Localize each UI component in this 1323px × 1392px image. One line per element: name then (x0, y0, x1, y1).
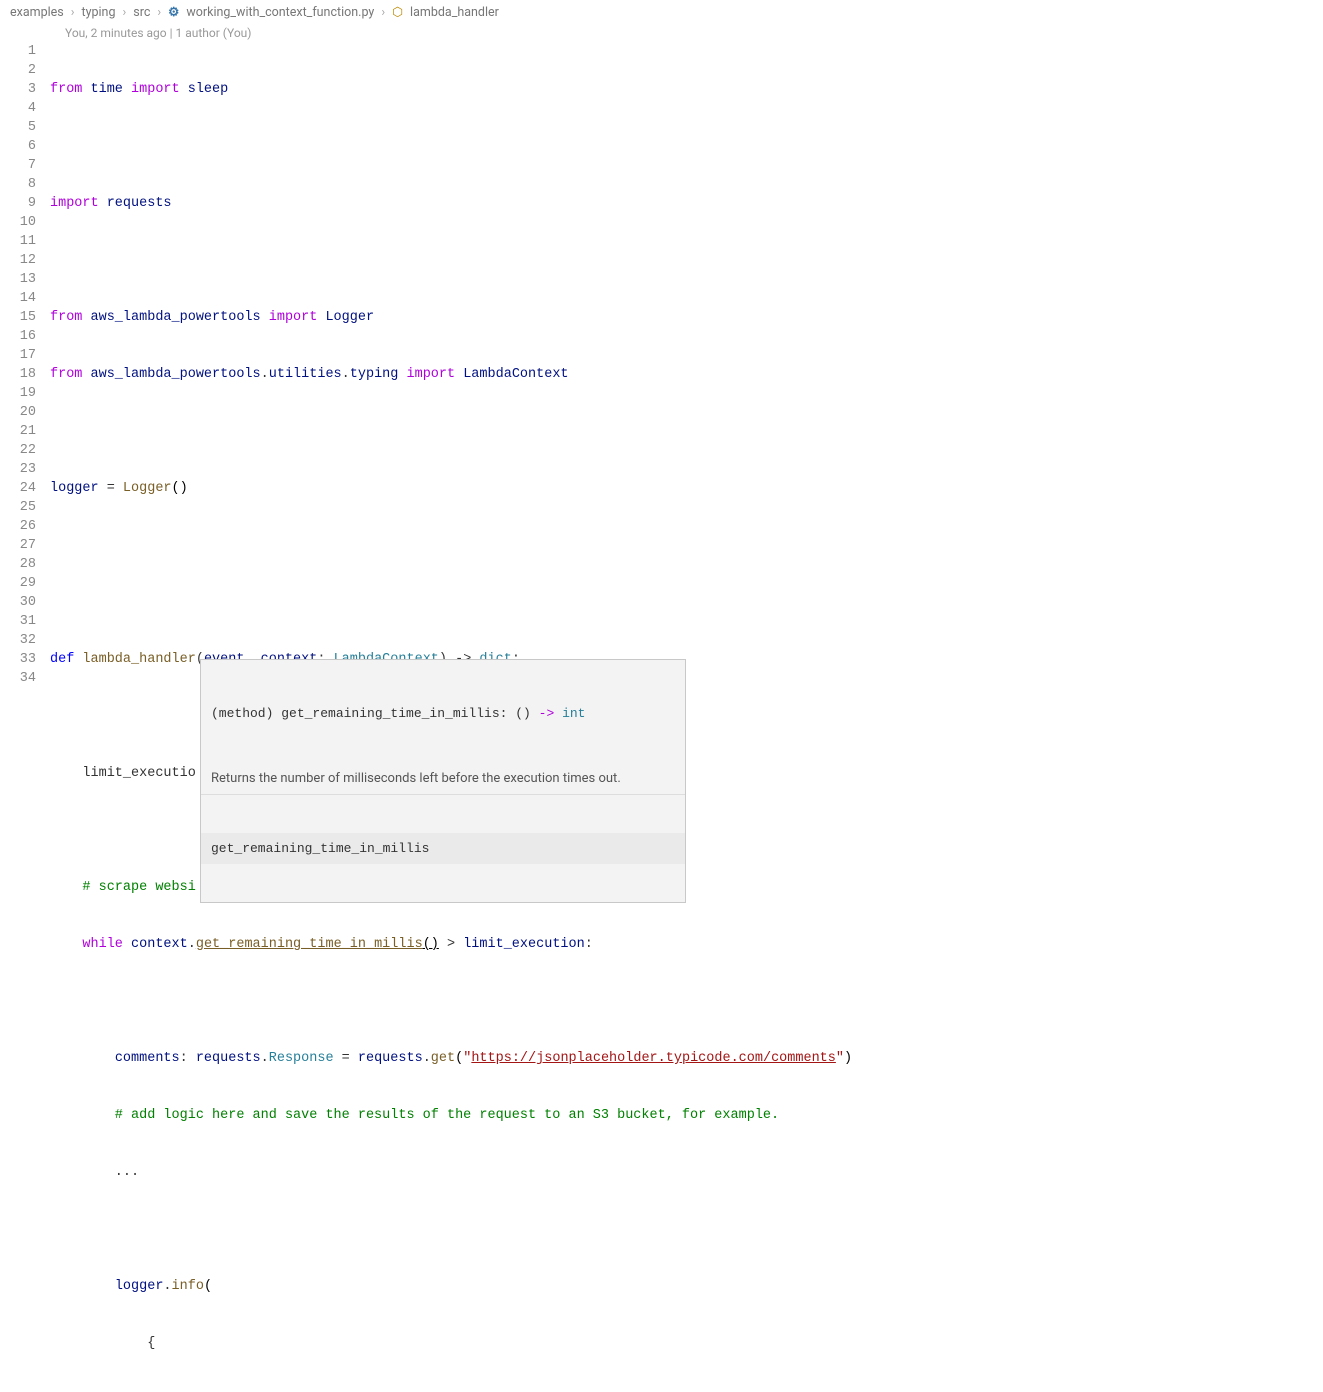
line-number: 9 (0, 194, 36, 213)
breadcrumb-part[interactable]: lambda_handler (410, 5, 499, 20)
code-line[interactable] (50, 422, 1323, 441)
code-line[interactable]: ... (50, 1163, 1323, 1182)
line-number-gutter: 1 2 3 4 5 6 7 8 9 10 11 12 13 14 15 16 1… (0, 42, 50, 1392)
chevron-right-icon: › (381, 5, 385, 20)
breadcrumb[interactable]: examples › typing › src › ⚙ working_with… (0, 0, 1323, 24)
line-number: 28 (0, 555, 36, 574)
code-area[interactable]: from time import sleep import requests f… (50, 42, 1323, 1392)
line-number: 21 (0, 422, 36, 441)
line-number: 32 (0, 631, 36, 650)
line-number: 3 (0, 80, 36, 99)
breadcrumb-part[interactable]: src (133, 5, 150, 20)
code-line[interactable]: comments: requests.Response = requests.g… (50, 1049, 1323, 1068)
code-line[interactable] (50, 251, 1323, 270)
line-number: 13 (0, 270, 36, 289)
python-file-icon: ⚙ (168, 4, 179, 20)
code-line[interactable]: from aws_lambda_powertools import Logger (50, 308, 1323, 327)
line-number: 14 (0, 289, 36, 308)
line-number: 5 (0, 118, 36, 137)
line-number: 34 (0, 669, 36, 688)
code-line[interactable]: import requests (50, 194, 1323, 213)
code-editor[interactable]: 1 2 3 4 5 6 7 8 9 10 11 12 13 14 15 16 1… (0, 42, 1323, 1392)
code-line[interactable] (50, 536, 1323, 555)
code-line[interactable]: logger.info( (50, 1277, 1323, 1296)
line-number: 31 (0, 612, 36, 631)
code-line[interactable]: while context.get_remaining_time_in_mill… (50, 935, 1323, 954)
line-number: 8 (0, 175, 36, 194)
line-number: 11 (0, 232, 36, 251)
line-number: 24 (0, 479, 36, 498)
code-line[interactable] (50, 1220, 1323, 1239)
chevron-right-icon: › (122, 5, 126, 20)
code-line[interactable] (50, 593, 1323, 612)
breadcrumb-part[interactable]: examples (10, 5, 64, 20)
code-line[interactable]: def lambda_handler(event, context: Lambd… (50, 650, 1323, 669)
line-number: 27 (0, 536, 36, 555)
symbol-function-icon: ⬡ (392, 4, 403, 20)
code-line[interactable] (50, 992, 1323, 1011)
chevron-right-icon: › (71, 5, 75, 20)
code-line[interactable]: logger = Logger() (50, 479, 1323, 498)
line-number: 17 (0, 346, 36, 365)
code-line[interactable]: # add logic here and save the results of… (50, 1106, 1323, 1125)
chevron-right-icon: › (157, 5, 161, 20)
line-number: 29 (0, 574, 36, 593)
line-number: 33 (0, 650, 36, 669)
breadcrumb-part[interactable]: typing (82, 5, 116, 20)
code-line[interactable]: "operation": "scrape_website", (50, 1391, 1323, 1392)
tooltip-description: Returns the number of milliseconds left … (201, 765, 685, 795)
line-number: 26 (0, 517, 36, 536)
line-number: 23 (0, 460, 36, 479)
line-number: 2 (0, 61, 36, 80)
code-line[interactable]: { (50, 1334, 1323, 1353)
line-number: 15 (0, 308, 36, 327)
line-number: 6 (0, 137, 36, 156)
tooltip-signature: (method) get_remaining_time_in_millis: (… (201, 698, 685, 727)
line-number: 30 (0, 593, 36, 612)
line-number: 1 (0, 42, 36, 61)
line-number: 4 (0, 99, 36, 118)
code-line[interactable] (50, 137, 1323, 156)
code-line[interactable]: from aws_lambda_powertools.utilities.typ… (50, 365, 1323, 384)
line-number: 25 (0, 498, 36, 517)
line-number: 12 (0, 251, 36, 270)
line-number: 22 (0, 441, 36, 460)
breadcrumb-part[interactable]: working_with_context_function.py (186, 5, 374, 20)
line-number: 19 (0, 384, 36, 403)
line-number: 16 (0, 327, 36, 346)
line-number: 10 (0, 213, 36, 232)
autocomplete-suggestion[interactable]: get_remaining_time_in_millis (201, 833, 685, 864)
line-number: 18 (0, 365, 36, 384)
line-number: 20 (0, 403, 36, 422)
line-number: 7 (0, 156, 36, 175)
git-blame-annotation: You, 2 minutes ago | 1 author (You) (0, 24, 1323, 42)
code-line[interactable]: from time import sleep (50, 80, 1323, 99)
